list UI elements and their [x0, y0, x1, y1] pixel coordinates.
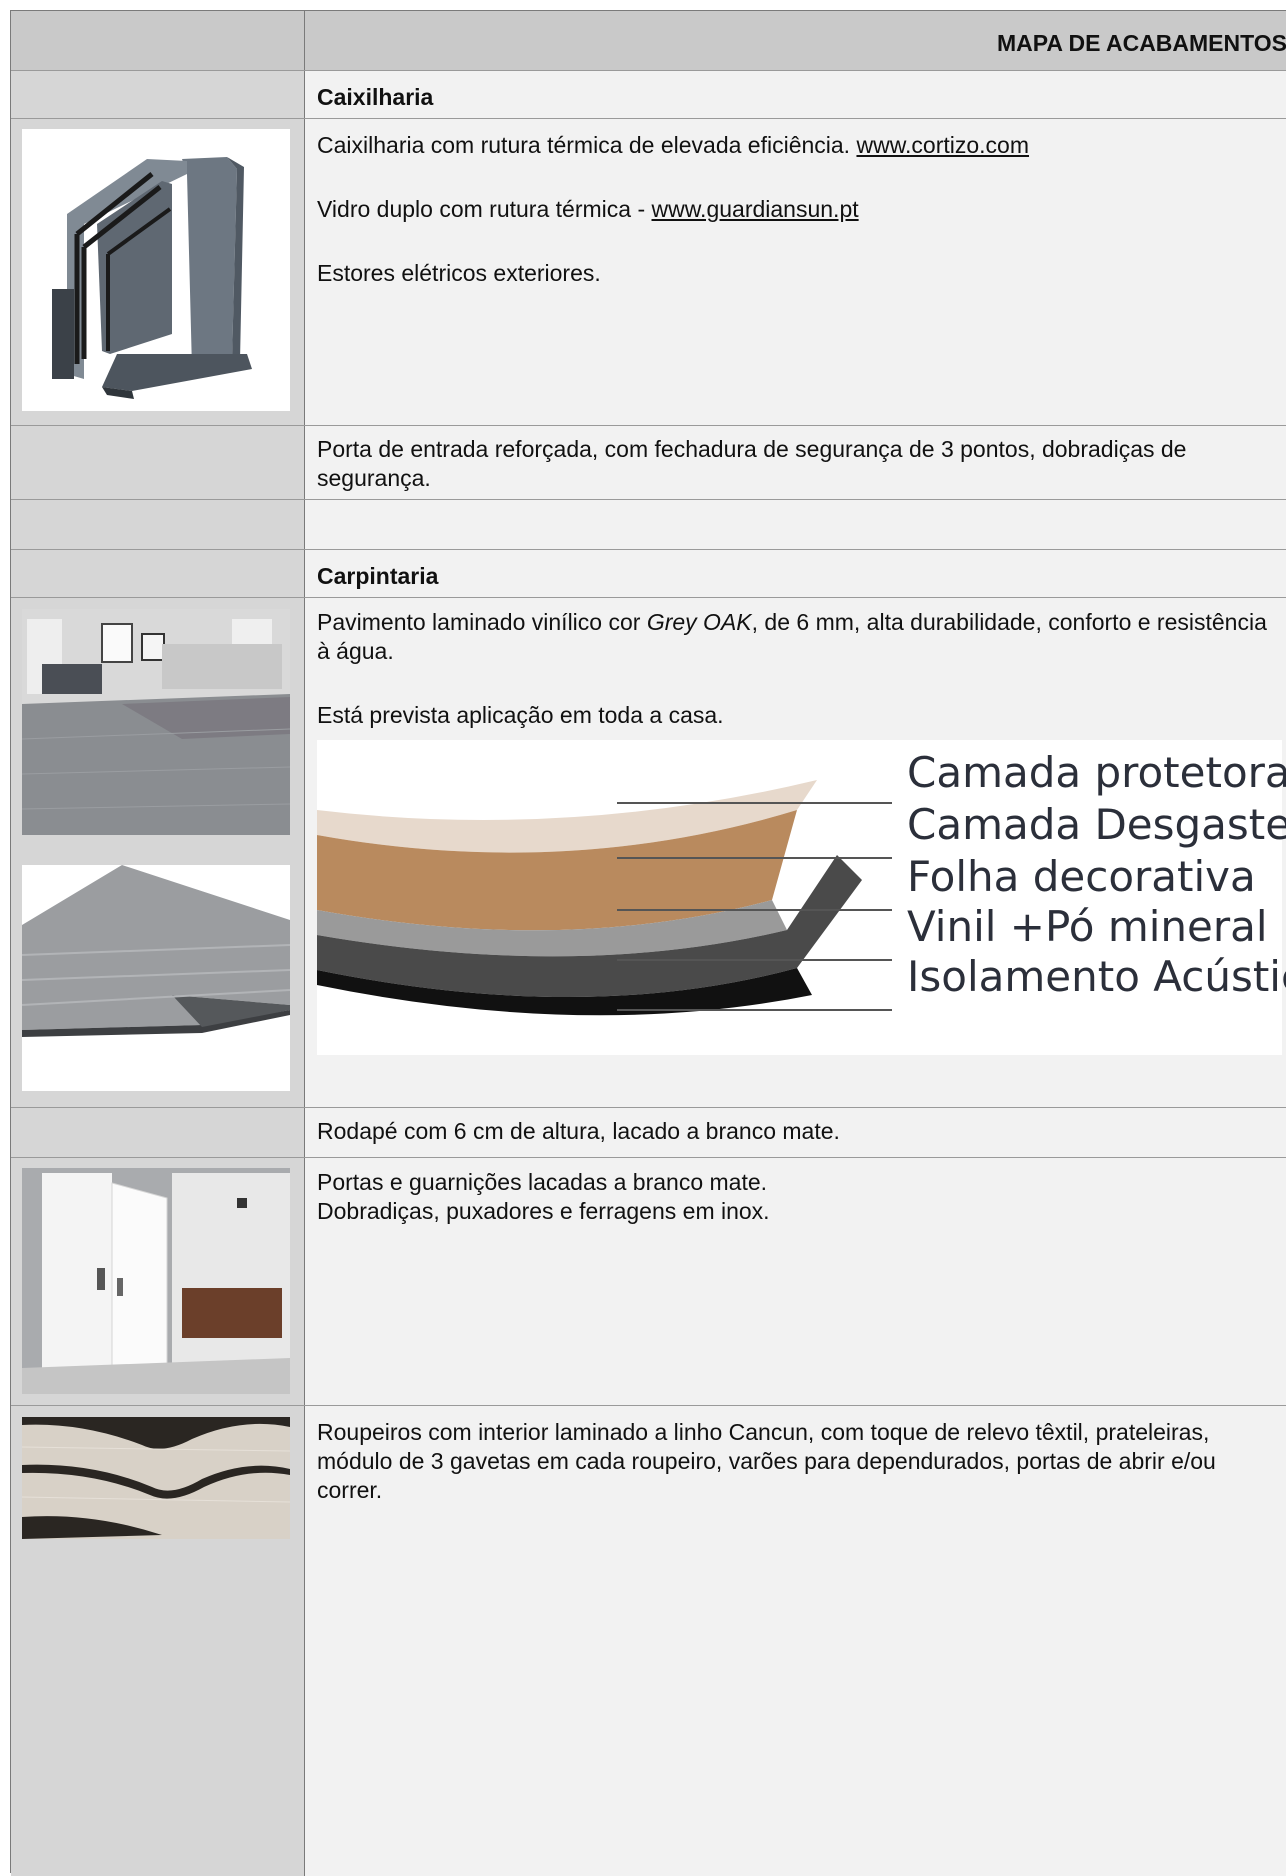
- finishes-table: MAPA DE ACABAMENTOS Caixilharia Caixilha…: [10, 10, 1286, 1876]
- right-cell: Roupeiros com interior laminado a linho …: [305, 1406, 1286, 1876]
- header-right-cell: MAPA DE ACABAMENTOS: [305, 11, 1286, 70]
- floor-layers-diagram: Camada protetora Camada Desgaste Folha d…: [317, 740, 1286, 1055]
- pavimento-pre: Pavimento laminado vinílico cor: [317, 609, 647, 635]
- right-cell: Pavimento laminado vinílico cor Grey OAK…: [305, 598, 1286, 1107]
- cortizo-link[interactable]: www.cortizo.com: [856, 132, 1029, 158]
- header-left-cell: [11, 11, 305, 70]
- left-cell: [11, 71, 305, 118]
- portas-line-2: Dobradiças, puxadores e ferragens em ino…: [317, 1198, 770, 1224]
- layer-label: Camada Desgaste: [907, 800, 1286, 849]
- aplicacao-text: Está prevista aplicação em toda a casa.: [317, 702, 724, 728]
- pavimento-color: Grey OAK: [646, 609, 752, 635]
- table-row-porta-entrada: Porta de entrada reforçada, com fechadur…: [11, 426, 1286, 500]
- left-cell: [11, 500, 305, 549]
- right-cell: Portas e guarnições lacadas a branco mat…: [305, 1158, 1286, 1405]
- left-cell: [11, 1158, 305, 1405]
- left-cell: [11, 1108, 305, 1157]
- table-row-pavimento: Pavimento laminado vinílico cor Grey OAK…: [11, 598, 1286, 1108]
- left-cell: [11, 1406, 305, 1876]
- table-row-rodape: Rodapé com 6 cm de altura, lacado a bran…: [11, 1108, 1286, 1158]
- vinyl-plank-image: [22, 865, 290, 1091]
- right-cell: [305, 500, 1286, 549]
- caixilharia-text: Caixilharia com rutura térmica de elevad…: [317, 132, 857, 158]
- caixilharia-line-2: Vidro duplo com rutura térmica - www.gua…: [317, 195, 1286, 224]
- section-title-caixilharia: Caixilharia: [317, 84, 434, 110]
- section-row-carpintaria: Carpintaria: [11, 550, 1286, 598]
- left-cell: [11, 598, 305, 1107]
- guardiansun-link[interactable]: www.guardiansun.pt: [652, 196, 859, 222]
- right-cell: Caixilharia com rutura térmica de elevad…: [305, 119, 1286, 425]
- table-row-caixilharia: Caixilharia com rutura térmica de elevad…: [11, 119, 1286, 426]
- vidro-text: Vidro duplo com rutura térmica -: [317, 196, 652, 222]
- caixilharia-line-1: Caixilharia com rutura térmica de elevad…: [317, 131, 1286, 160]
- section-row-caixilharia: Caixilharia: [11, 71, 1286, 119]
- portas-line-1: Portas e guarnições lacadas a branco mat…: [317, 1169, 768, 1195]
- layer-label: Isolamento Acústico: [907, 952, 1286, 1001]
- interior-door-image: [22, 1168, 290, 1394]
- table-row-portas: Portas e guarnições lacadas a branco mat…: [11, 1158, 1286, 1406]
- left-cell: [11, 119, 305, 425]
- living-room-floor-image: [22, 609, 290, 835]
- porta-entrada-text: Porta de entrada reforçada, com fechadur…: [317, 436, 1187, 491]
- window-frame-profile-image: [22, 129, 290, 411]
- table-row-empty: [11, 500, 1286, 550]
- layer-label: Vinil +Pó mineral: [907, 902, 1268, 951]
- right-cell: Rodapé com 6 cm de altura, lacado a bran…: [305, 1108, 1286, 1157]
- layer-label: Folha decorativa: [907, 852, 1256, 901]
- table-row-roupeiros: Roupeiros com interior laminado a linho …: [11, 1406, 1286, 1876]
- left-cell: [11, 426, 305, 499]
- pavimento-text: Pavimento laminado vinílico cor Grey OAK…: [317, 608, 1272, 666]
- right-cell: Carpintaria: [305, 550, 1286, 597]
- caixilharia-line-3: Estores elétricos exteriores.: [317, 260, 601, 286]
- left-cell: [11, 550, 305, 597]
- section-title-carpintaria: Carpintaria: [317, 563, 439, 589]
- page-title: MAPA DE ACABAMENTOS: [996, 30, 1286, 56]
- right-cell: Porta de entrada reforçada, com fechadur…: [305, 426, 1286, 499]
- layer-label: Camada protetora: [907, 748, 1286, 797]
- wardrobe-texture-image: [22, 1417, 290, 1539]
- roupeiros-text: Roupeiros com interior laminado a linho …: [317, 1419, 1216, 1503]
- rodape-text: Rodapé com 6 cm de altura, lacado a bran…: [317, 1118, 840, 1144]
- right-cell: Caixilharia: [305, 71, 1286, 118]
- table-header-row: MAPA DE ACABAMENTOS: [11, 11, 1286, 71]
